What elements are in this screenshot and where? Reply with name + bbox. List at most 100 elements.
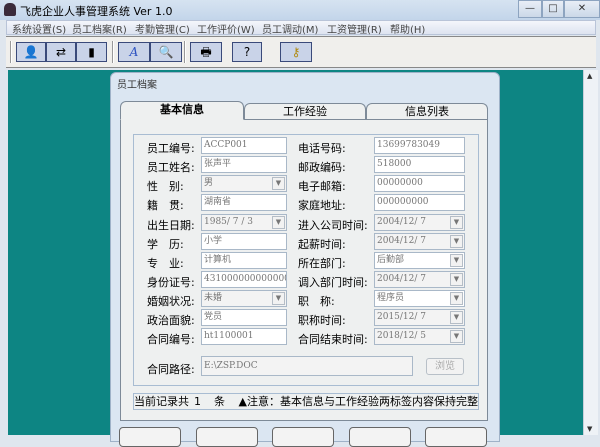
right-field-input[interactable]: 000000000 [374, 194, 465, 211]
right-field-input[interactable]: 2004/12/ 7 ▼ [374, 271, 465, 288]
left-field-input[interactable]: ht1100001 [201, 328, 287, 345]
left-field-label: 身份证号: [147, 276, 195, 289]
right-field-label: 进入公司时间: [298, 219, 368, 232]
right-field-value: 2004/12/ 7 [377, 217, 427, 227]
search-icon: 🔍 [158, 45, 174, 59]
chevron-down-icon[interactable]: ▼ [450, 273, 463, 286]
font-button[interactable]: A [118, 42, 150, 62]
app-icon [4, 3, 16, 16]
left-field-value: ht1100001 [204, 331, 254, 341]
right-field-value: 2004/12/ 7 [377, 236, 427, 246]
contract-path-label: 合同路径: [147, 363, 195, 376]
toolbar-separator [112, 41, 114, 63]
print-button[interactable]: 🖶 [190, 42, 222, 62]
contract-path-value: E:\ZSP.DOC [204, 361, 258, 371]
chevron-down-icon[interactable]: ▼ [272, 216, 285, 229]
title-bar: 飞虎企业人事管理系统 Ver 1.0 — □ ✕ [0, 0, 600, 20]
record-count-label: 当前记录共 [134, 395, 189, 408]
font-icon: A [129, 45, 139, 59]
left-field-input[interactable]: 湖南省 [201, 194, 287, 211]
help-icon: ? [243, 45, 251, 59]
left-field-input[interactable]: 党员 [201, 309, 287, 326]
right-field-input[interactable]: 518000 [374, 156, 465, 173]
vertical-scrollbar[interactable]: ▲ ▼ [583, 70, 598, 435]
menu-item-6[interactable]: 帮助(H) [390, 21, 425, 36]
left-field-input[interactable]: 1985/ 7 / 3 ▼ [201, 214, 287, 231]
chevron-down-icon[interactable]: ▼ [450, 254, 463, 267]
right-field-input[interactable]: 程序员 ▼ [374, 290, 465, 307]
left-field-label: 出生日期: [147, 219, 195, 232]
right-field-input[interactable]: 后勤部 ▼ [374, 252, 465, 269]
right-field-input[interactable]: 2018/12/ 5 ▼ [374, 328, 465, 345]
left-field-value: 小学 [204, 236, 223, 246]
toolbar-separator [10, 41, 12, 63]
menu-item-3[interactable]: 工作评价(W) [197, 21, 255, 36]
chevron-down-icon[interactable]: ▼ [450, 216, 463, 229]
chevron-down-icon[interactable]: ▼ [450, 311, 463, 324]
left-field-label: 政治面貌: [147, 314, 195, 327]
left-field-label: 婚姻状况: [147, 295, 195, 308]
left-field-input[interactable]: 431000000000000000 [201, 271, 287, 288]
chevron-down-icon[interactable]: ▼ [450, 235, 463, 248]
left-field-label: 籍 贯: [147, 199, 184, 212]
right-field-input[interactable]: 2004/12/ 7 ▼ [374, 214, 465, 231]
action-button-5[interactable] [425, 427, 487, 447]
left-field-value: 张声平 [204, 159, 232, 169]
child-window-title: 员工档案 [117, 80, 157, 91]
browse-button[interactable]: 浏览 [426, 358, 464, 375]
action-button-1[interactable] [119, 427, 181, 447]
action-button-3[interactable] [272, 427, 334, 447]
record-count: 1 [194, 395, 201, 408]
chevron-down-icon[interactable]: ▼ [272, 177, 285, 190]
left-field-input[interactable]: ACCP001 [201, 137, 287, 154]
action-button-4[interactable] [349, 427, 411, 447]
chevron-down-icon[interactable]: ▼ [450, 292, 463, 305]
menu-item-1[interactable]: 员工档案(R) [72, 21, 127, 36]
right-field-input[interactable]: 00000000 [374, 175, 465, 192]
left-field-value: 党员 [204, 312, 223, 322]
left-field-value: 431000000000000000 [204, 274, 286, 284]
contract-path-input[interactable]: E:\ZSP.DOC [201, 356, 413, 376]
maximize-button[interactable]: □ [542, 0, 564, 18]
exit-door-button[interactable]: ▮ [76, 42, 107, 62]
tab-info-list[interactable]: 信息列表 [366, 103, 488, 120]
menu-item-2[interactable]: 考勤管理(C) [135, 21, 190, 36]
right-field-label: 调入部门时间: [298, 276, 368, 289]
menu-item-5[interactable]: 工资管理(R) [327, 21, 382, 36]
key-button[interactable]: ⚷ [280, 42, 312, 62]
left-field-input[interactable]: 张声平 [201, 156, 287, 173]
exit-door-icon: ▮ [88, 45, 95, 59]
notice-text: ▲注意：基本信息与工作经验两标签内容保持完整 [238, 395, 478, 408]
left-field-input[interactable]: 未婚 ▼ [201, 290, 287, 307]
right-field-label: 所在部门: [298, 257, 346, 270]
user-button[interactable]: 👤 [16, 42, 46, 62]
right-field-label: 起薪时间: [298, 238, 346, 251]
tab-basic-info[interactable]: 基本信息 [120, 101, 244, 120]
help-button[interactable]: ? [232, 42, 262, 62]
chevron-down-icon[interactable]: ▼ [450, 330, 463, 343]
right-field-value: 2015/12/ 7 [377, 312, 427, 322]
exchange-button[interactable]: ⇄ [46, 42, 76, 62]
tab-panel: 当前记录共 1 条 ▲注意：基本信息与工作经验两标签内容保持完整 员工编号: AC… [120, 119, 488, 421]
window-title: 飞虎企业人事管理系统 Ver 1.0 [20, 5, 173, 18]
status-bar: 当前记录共 1 条 ▲注意：基本信息与工作经验两标签内容保持完整 [133, 393, 479, 410]
right-field-label: 家庭地址: [298, 199, 346, 212]
menu-item-4[interactable]: 员工调动(M) [262, 21, 318, 36]
right-field-input[interactable]: 2015/12/ 7 ▼ [374, 309, 465, 326]
action-button-2[interactable] [196, 427, 258, 447]
minimize-button[interactable]: — [518, 0, 542, 18]
left-field-input[interactable]: 男 ▼ [201, 175, 287, 192]
menu-item-0[interactable]: 系统设置(S) [12, 21, 66, 36]
tab-work-experience[interactable]: 工作经验 [244, 103, 366, 120]
chevron-down-icon[interactable]: ▼ [272, 292, 285, 305]
left-field-value: 计算机 [204, 255, 232, 265]
close-button[interactable]: ✕ [564, 0, 600, 18]
right-field-label: 电话号码: [298, 142, 346, 155]
right-field-input[interactable]: 13699783049 [374, 137, 465, 154]
left-field-input[interactable]: 小学 [201, 233, 287, 250]
right-field-value: 2004/12/ 7 [377, 274, 427, 284]
right-field-value: 程序员 [377, 293, 405, 303]
search-button[interactable]: 🔍 [150, 42, 182, 62]
right-field-input[interactable]: 2004/12/ 7 ▼ [374, 233, 465, 250]
left-field-input[interactable]: 计算机 [201, 252, 287, 269]
